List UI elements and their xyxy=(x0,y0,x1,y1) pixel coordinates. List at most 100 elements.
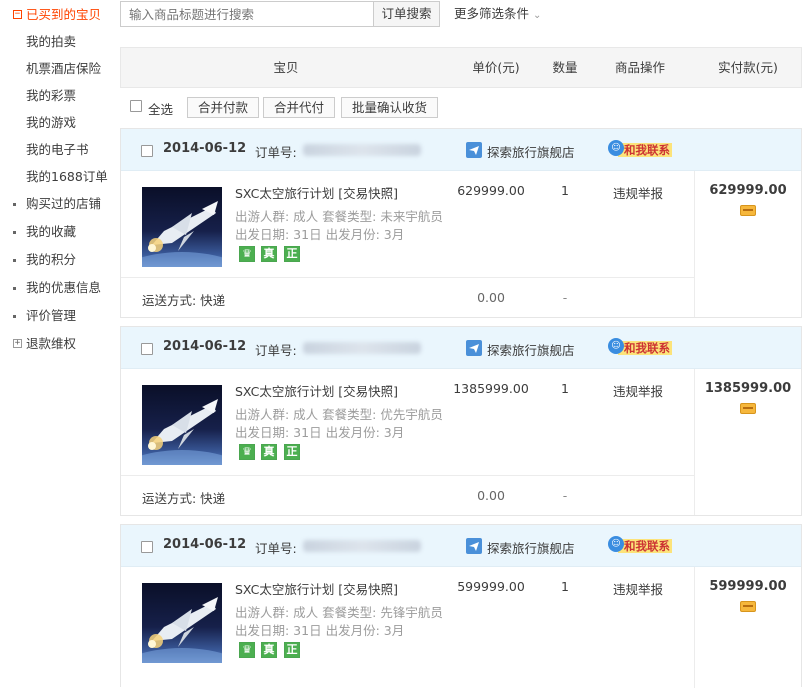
authentic-badge[interactable]: 正 xyxy=(284,642,300,658)
unit-price: 629999.00 xyxy=(457,183,525,198)
genuine-badge[interactable]: 真 xyxy=(261,246,277,262)
product-title-link[interactable]: SXC太空旅行计划 [交易快照] xyxy=(235,183,398,202)
unit-price: 599999.00 xyxy=(457,579,525,594)
report-link[interactable]: 违规举报 xyxy=(604,183,672,202)
sidebar-item-label: 我的收藏 xyxy=(26,224,77,239)
order-header: 2014-06-12 订单号: 探索旅行旗舰店 和我联系 ☺ xyxy=(121,327,801,369)
credit-card-icon[interactable] xyxy=(740,403,756,414)
quantity: 1 xyxy=(561,183,569,198)
collapse-icon[interactable]: − xyxy=(13,10,22,19)
product-sku: 出游人群: 成人 套餐类型: 未来宇航员 xyxy=(235,209,443,224)
bullet-icon xyxy=(13,203,16,206)
order-number-redacted xyxy=(303,144,421,156)
contact-seller-button[interactable]: 和我联系 ☺ xyxy=(608,536,674,554)
sidebar-item-label: 退款维权 xyxy=(26,336,77,351)
report-link[interactable]: 违规举报 xyxy=(604,579,672,598)
report-link[interactable]: 违规举报 xyxy=(604,381,672,400)
credit-card-icon[interactable] xyxy=(740,205,756,216)
contact-label: 和我联系 xyxy=(618,143,672,157)
product-thumbnail[interactable] xyxy=(142,385,222,465)
product-sku: 出游人群: 成人 套餐类型: 优先宇航员 xyxy=(235,407,443,422)
wangwang-icon: ☺ xyxy=(608,536,624,552)
product-thumbnail[interactable] xyxy=(142,187,222,267)
shop-icon xyxy=(466,340,482,356)
shipping-qty: - xyxy=(562,488,568,503)
expand-icon[interactable]: + xyxy=(13,339,22,348)
select-all-checkbox[interactable] xyxy=(130,100,142,112)
authentic-badge[interactable]: 正 xyxy=(284,444,300,460)
contact-seller-button[interactable]: 和我联系 ☺ xyxy=(608,338,674,356)
col-actions: 商品操作 xyxy=(614,60,665,75)
authentic-badge[interactable]: 正 xyxy=(284,246,300,262)
order-number-redacted xyxy=(303,342,421,354)
shop-name-link[interactable]: 探索旅行旗舰店 xyxy=(487,142,575,161)
shipping-price: 0.00 xyxy=(477,488,505,503)
order-date: 2014-06-12 xyxy=(163,141,247,156)
order-card: 2014-06-12 订单号: 探索旅行旗舰店 和我联系 ☺ SXC太空旅行计划 … xyxy=(120,128,802,318)
shop-icon xyxy=(466,142,482,158)
row-divider xyxy=(121,277,694,278)
sidebar-item-label: 我的拍卖 xyxy=(26,34,77,49)
order-checkbox[interactable] xyxy=(141,343,153,355)
order-header: 2014-06-12 订单号: 探索旅行旗舰店 和我联系 ☺ xyxy=(121,525,801,567)
sidebar-item-label: 机票酒店保险 xyxy=(26,61,102,76)
shipping-method: 运送方式: 快递 xyxy=(142,293,226,308)
contact-label: 和我联系 xyxy=(618,539,672,553)
shipping-price: 0.00 xyxy=(477,290,505,305)
bullet-icon xyxy=(13,259,16,262)
chevron-down-icon: ⌄ xyxy=(533,10,542,21)
order-no-label: 订单号: xyxy=(255,145,297,160)
unit-price: 1385999.00 xyxy=(453,381,529,396)
bulk-actions-bar: 全选 合并付款 合并代付 批量确认收货 xyxy=(120,96,802,120)
bullet-icon xyxy=(13,315,16,318)
order-checkbox[interactable] xyxy=(141,145,153,157)
sidebar-item-label: 购买过的店铺 xyxy=(26,196,102,211)
genuine-badge[interactable]: 真 xyxy=(261,444,277,460)
col-paid: 实付款(元) xyxy=(718,60,778,75)
product-title-link[interactable]: SXC太空旅行计划 [交易快照] xyxy=(235,381,398,400)
sidebar-item-label: 我的游戏 xyxy=(26,115,77,130)
paid-total: 629999.00 xyxy=(709,183,787,198)
order-number-redacted xyxy=(303,540,421,552)
wangwang-icon: ☺ xyxy=(608,140,624,156)
order-no-label: 订单号: xyxy=(255,541,297,556)
col-item: 宝贝 xyxy=(273,60,299,75)
shipping-qty: - xyxy=(562,290,568,305)
merge-pay-button[interactable]: 合并付款 xyxy=(187,97,260,118)
select-all-label: 全选 xyxy=(148,102,174,117)
shop-name-link[interactable]: 探索旅行旗舰店 xyxy=(487,538,575,557)
order-checkbox[interactable] xyxy=(141,541,153,553)
merge-proxy-pay-button[interactable]: 合并代付 xyxy=(263,97,336,118)
order-no-label: 订单号: xyxy=(255,343,297,358)
more-filters-label: 更多筛选条件 xyxy=(454,6,530,21)
product-sku: 出游人群: 成人 套餐类型: 先锋宇航员 xyxy=(235,605,443,620)
more-filters-toggle[interactable]: 更多筛选条件 ⌄ xyxy=(454,4,541,26)
sidebar-item-label: 已买到的宝贝 xyxy=(26,7,102,22)
sidebar: − 已买到的宝贝 我的拍卖 机票酒店保险 我的彩票 我的游戏 我的电子书 我的1… xyxy=(0,0,112,687)
order-card: 2014-06-12 订单号: 探索旅行旗舰店 和我联系 ☺ SXC太空旅行计划 … xyxy=(120,524,802,688)
genuine-badge[interactable]: 真 xyxy=(261,642,277,658)
main-content: 订单搜索 更多筛选条件⌄ 宝贝 单价(元) 数量 商品操作 实付款(元) 全选 … xyxy=(120,0,802,688)
guarantee-badge-icon[interactable]: ♛ xyxy=(239,642,255,658)
order-date: 2014-06-12 xyxy=(163,537,247,552)
sidebar-item-label: 评价管理 xyxy=(26,308,77,323)
credit-card-icon[interactable] xyxy=(740,601,756,612)
bullet-icon xyxy=(13,231,16,234)
row-divider xyxy=(121,475,694,476)
guarantee-badge-icon[interactable]: ♛ xyxy=(239,444,255,460)
contact-seller-button[interactable]: 和我联系 ☺ xyxy=(608,140,674,158)
col-unit-price: 单价(元) xyxy=(472,60,520,75)
quantity: 1 xyxy=(561,381,569,396)
guarantee-badge-icon[interactable]: ♛ xyxy=(239,246,255,262)
product-sku-date: 出发日期: 31日 出发月份: 3月 xyxy=(235,227,405,242)
wangwang-icon: ☺ xyxy=(608,338,624,354)
search-input[interactable] xyxy=(120,1,374,27)
product-title-link[interactable]: SXC太空旅行计划 [交易快照] xyxy=(235,579,398,598)
paid-total: 599999.00 xyxy=(709,579,787,594)
order-search-button[interactable]: 订单搜索 xyxy=(373,1,440,27)
shop-name-link[interactable]: 探索旅行旗舰店 xyxy=(487,340,575,359)
batch-confirm-button[interactable]: 批量确认收货 xyxy=(341,97,439,118)
product-thumbnail[interactable] xyxy=(142,583,222,663)
sidebar-item-label: 我的彩票 xyxy=(26,88,77,103)
paid-total: 1385999.00 xyxy=(704,381,792,396)
